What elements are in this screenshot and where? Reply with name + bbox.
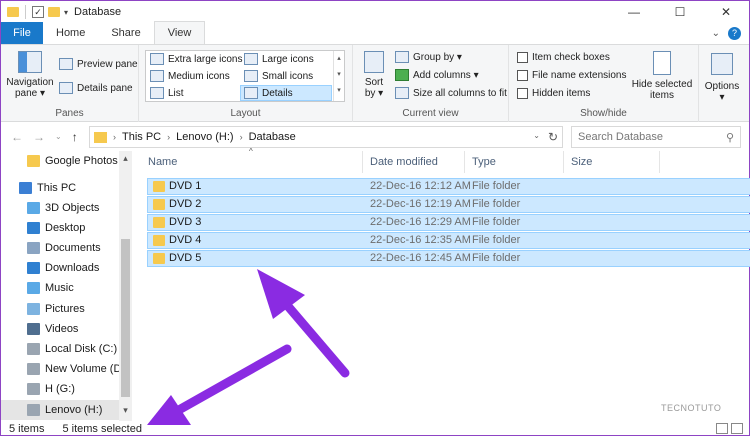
explorer-window: ✓ ▾ Database — ☐ ✕ File Home Share View … [0,0,750,436]
arrow-to-status [172,344,292,416]
annotation-arrows [147,269,350,425]
